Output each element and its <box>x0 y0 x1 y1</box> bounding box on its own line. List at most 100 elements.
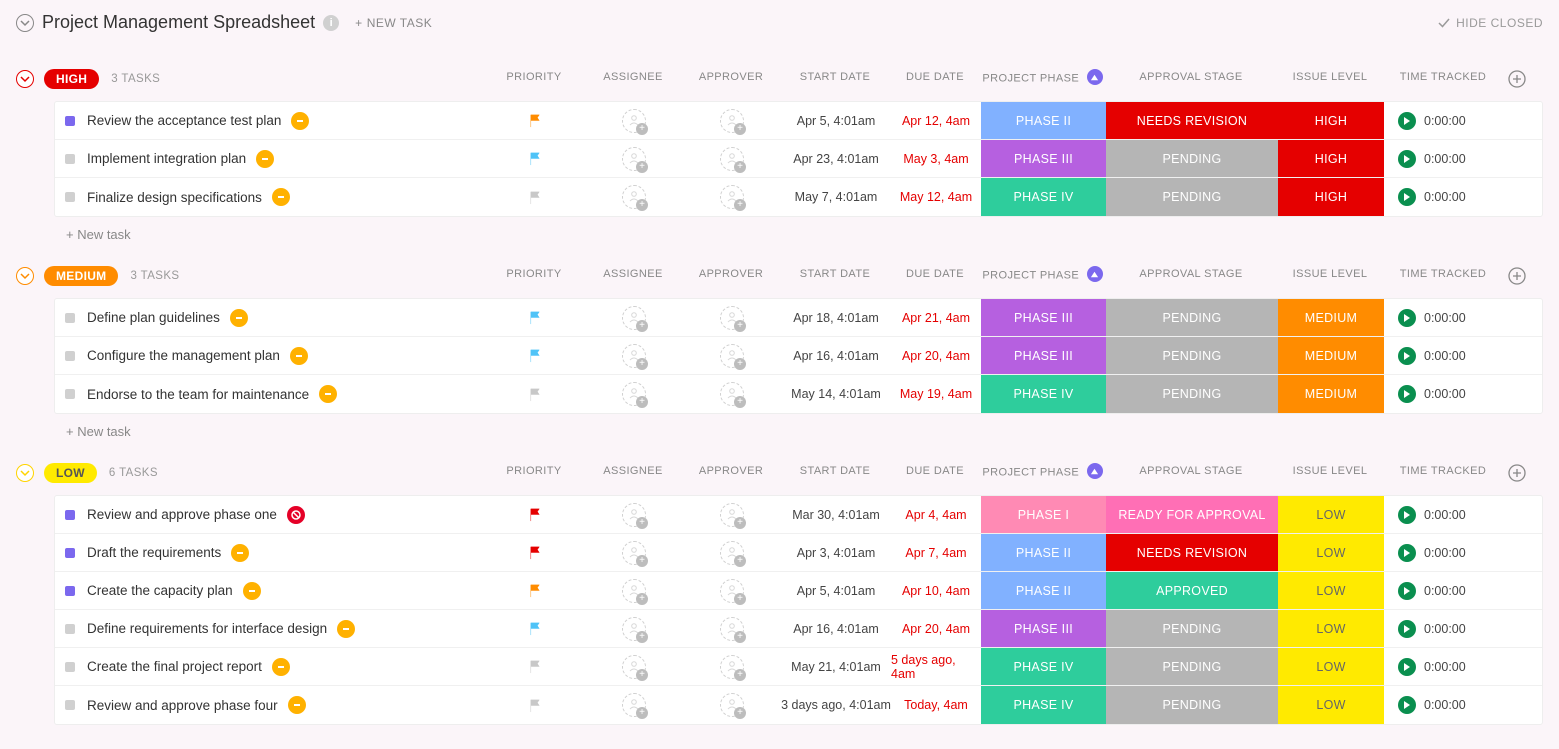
header-due-date[interactable]: DUE DATE <box>890 71 980 83</box>
new-task-button[interactable]: +NEW TASK <box>355 16 432 30</box>
task-name-text[interactable]: Endorse to the team for maintenance <box>87 387 309 402</box>
add-column-button[interactable] <box>1507 69 1527 89</box>
sort-asc-icon[interactable] <box>1087 69 1103 85</box>
project-phase-cell[interactable]: PHASE II <box>981 534 1106 571</box>
task-name-text[interactable]: Implement integration plan <box>87 151 246 166</box>
approver-placeholder-icon[interactable] <box>720 147 744 171</box>
time-tracked-cell[interactable]: 0:00:00 <box>1384 102 1504 139</box>
status-square-icon[interactable] <box>65 662 75 672</box>
project-phase-cell[interactable]: PHASE III <box>981 140 1106 177</box>
hide-closed-button[interactable]: HIDE CLOSED <box>1438 16 1543 30</box>
play-icon[interactable] <box>1398 658 1416 676</box>
status-square-icon[interactable] <box>65 586 75 596</box>
issue-level-cell[interactable]: LOW <box>1278 610 1384 647</box>
approver-cell[interactable] <box>683 572 781 609</box>
assignee-placeholder-icon[interactable] <box>622 185 646 209</box>
assignee-placeholder-icon[interactable] <box>622 579 646 603</box>
minus-bubble-icon[interactable] <box>231 544 249 562</box>
status-square-icon[interactable] <box>65 116 75 126</box>
issue-level-cell[interactable]: LOW <box>1278 496 1384 533</box>
start-date-cell[interactable]: Apr 3, 4:01am <box>781 534 891 571</box>
approval-stage-cell[interactable]: PENDING <box>1106 686 1278 724</box>
task-row[interactable]: Define plan guidelines Apr 18, 4:01am Ap… <box>55 299 1542 337</box>
approver-placeholder-icon[interactable] <box>720 693 744 717</box>
task-row[interactable]: Draft the requirements Apr 3, 4:01am Apr… <box>55 534 1542 572</box>
header-assignee[interactable]: ASSIGNEE <box>584 71 682 83</box>
priority-flag-icon[interactable] <box>485 375 585 413</box>
approval-stage-cell[interactable]: NEEDS REVISION <box>1106 102 1278 139</box>
due-date-cell[interactable]: May 19, 4am <box>891 375 981 413</box>
status-square-icon[interactable] <box>65 700 75 710</box>
approver-cell[interactable] <box>683 686 781 724</box>
project-phase-cell[interactable]: PHASE IV <box>981 178 1106 216</box>
header-time-tracked[interactable]: TIME TRACKED <box>1383 268 1503 280</box>
approver-placeholder-icon[interactable] <box>720 109 744 133</box>
header-approval-stage[interactable]: APPROVAL STAGE <box>1105 71 1277 83</box>
assignee-cell[interactable] <box>585 375 683 413</box>
assignee-cell[interactable] <box>585 686 683 724</box>
issue-level-cell[interactable]: LOW <box>1278 572 1384 609</box>
header-time-tracked[interactable]: TIME TRACKED <box>1383 71 1503 83</box>
priority-flag-icon[interactable] <box>485 686 585 724</box>
issue-level-cell[interactable]: LOW <box>1278 648 1384 685</box>
status-square-icon[interactable] <box>65 351 75 361</box>
start-date-cell[interactable]: Apr 16, 4:01am <box>781 610 891 647</box>
minus-bubble-icon[interactable] <box>291 112 309 130</box>
assignee-placeholder-icon[interactable] <box>622 617 646 641</box>
approver-placeholder-icon[interactable] <box>720 344 744 368</box>
priority-flag-icon[interactable] <box>485 140 585 177</box>
assignee-placeholder-icon[interactable] <box>622 109 646 133</box>
task-row[interactable]: Review the acceptance test plan Apr 5, 4… <box>55 102 1542 140</box>
priority-flag-icon[interactable] <box>485 534 585 571</box>
new-task-row[interactable]: + New task <box>16 217 1543 242</box>
header-approval-stage[interactable]: APPROVAL STAGE <box>1105 465 1277 477</box>
assignee-cell[interactable] <box>585 496 683 533</box>
priority-flag-icon[interactable] <box>485 648 585 685</box>
minus-bubble-icon[interactable] <box>230 309 248 327</box>
start-date-cell[interactable]: Apr 5, 4:01am <box>781 102 891 139</box>
approver-placeholder-icon[interactable] <box>720 306 744 330</box>
play-icon[interactable] <box>1398 582 1416 600</box>
assignee-placeholder-icon[interactable] <box>622 693 646 717</box>
header-start-date[interactable]: START DATE <box>780 268 890 280</box>
due-date-cell[interactable]: May 12, 4am <box>891 178 981 216</box>
assignee-placeholder-icon[interactable] <box>622 382 646 406</box>
assignee-cell[interactable] <box>585 140 683 177</box>
issue-level-cell[interactable]: LOW <box>1278 686 1384 724</box>
approver-cell[interactable] <box>683 178 781 216</box>
play-icon[interactable] <box>1398 347 1416 365</box>
approval-stage-cell[interactable]: PENDING <box>1106 610 1278 647</box>
play-icon[interactable] <box>1398 506 1416 524</box>
approval-stage-cell[interactable]: PENDING <box>1106 337 1278 374</box>
due-date-cell[interactable]: 5 days ago, 4am <box>891 648 981 685</box>
status-square-icon[interactable] <box>65 624 75 634</box>
header-project-phase[interactable]: PROJECT PHASE <box>980 69 1105 85</box>
project-phase-cell[interactable]: PHASE III <box>981 299 1106 336</box>
assignee-placeholder-icon[interactable] <box>622 655 646 679</box>
header-priority[interactable]: PRIORITY <box>484 268 584 280</box>
minus-bubble-icon[interactable] <box>337 620 355 638</box>
status-square-icon[interactable] <box>65 548 75 558</box>
project-phase-cell[interactable]: PHASE II <box>981 102 1106 139</box>
project-phase-cell[interactable]: PHASE IV <box>981 686 1106 724</box>
due-date-cell[interactable]: May 3, 4am <box>891 140 981 177</box>
issue-level-cell[interactable]: HIGH <box>1278 178 1384 216</box>
start-date-cell[interactable]: 3 days ago, 4:01am <box>781 686 891 724</box>
task-row[interactable]: Review and approve phase four 3 days ago… <box>55 686 1542 724</box>
time-tracked-cell[interactable]: 0:00:00 <box>1384 534 1504 571</box>
minus-bubble-icon[interactable] <box>290 347 308 365</box>
add-column-button[interactable] <box>1507 266 1527 286</box>
header-due-date[interactable]: DUE DATE <box>890 465 980 477</box>
assignee-placeholder-icon[interactable] <box>622 147 646 171</box>
approver-cell[interactable] <box>683 534 781 571</box>
project-phase-cell[interactable]: PHASE II <box>981 572 1106 609</box>
approver-placeholder-icon[interactable] <box>720 617 744 641</box>
approval-stage-cell[interactable]: PENDING <box>1106 178 1278 216</box>
due-date-cell[interactable]: Apr 20, 4am <box>891 610 981 647</box>
task-name-text[interactable]: Create the capacity plan <box>87 583 233 598</box>
project-phase-cell[interactable]: PHASE III <box>981 337 1106 374</box>
start-date-cell[interactable]: May 7, 4:01am <box>781 178 891 216</box>
project-phase-cell[interactable]: PHASE IV <box>981 375 1106 413</box>
due-date-cell[interactable]: Today, 4am <box>891 686 981 724</box>
minus-bubble-icon[interactable] <box>288 696 306 714</box>
